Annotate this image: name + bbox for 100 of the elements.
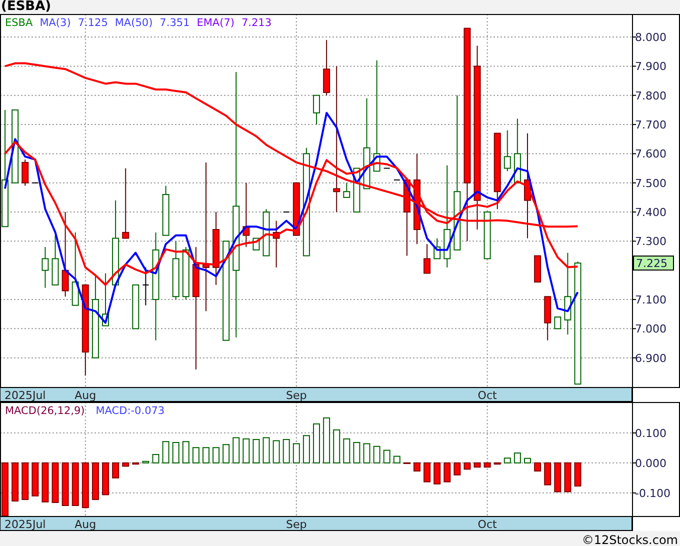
axis-label: 7.600 <box>635 148 666 161</box>
histogram-bar <box>474 462 481 468</box>
candlestick <box>343 182 350 198</box>
histogram-bar <box>222 444 230 464</box>
candlestick <box>32 182 39 184</box>
axis-label: 7.800 <box>635 89 666 102</box>
axis-label: Oct <box>478 518 497 531</box>
candlestick <box>504 130 511 172</box>
histogram-bar <box>333 429 340 464</box>
candlestick <box>393 179 400 180</box>
candlestick <box>262 208 270 256</box>
axis-label: 7.500 <box>635 176 666 190</box>
axis-label: 7.900 <box>635 60 666 74</box>
histogram-bar <box>182 441 190 464</box>
histogram-bar <box>323 417 330 464</box>
histogram-bar <box>122 462 130 467</box>
histogram-bar <box>373 446 380 464</box>
axis-label: Aug <box>74 389 96 402</box>
histogram-bar <box>92 462 99 500</box>
legend-value: 7.213 <box>241 17 272 29</box>
axis-label: 0.100 <box>635 426 666 440</box>
candlestick <box>162 185 170 236</box>
legend-label: MA(50) <box>114 17 153 29</box>
histogram-bar <box>202 447 210 464</box>
candlestick <box>434 238 441 260</box>
legend-value: 7.351 <box>160 17 190 29</box>
candlestick <box>424 244 431 274</box>
price-label: 7.225 <box>633 256 674 271</box>
histogram-bar <box>2 462 9 516</box>
histogram-bar <box>574 462 582 486</box>
histogram-bar <box>353 442 360 464</box>
candlestick <box>122 168 130 239</box>
candlestick <box>484 212 491 260</box>
histogram-bar <box>302 435 310 464</box>
histogram-bar <box>313 423 320 464</box>
histogram-bar <box>142 460 150 464</box>
histogram-bar <box>564 462 572 492</box>
histogram-bar <box>162 441 170 464</box>
candlestick <box>554 316 562 330</box>
histogram-bar <box>62 462 69 506</box>
candlestick <box>292 182 300 236</box>
histogram-bar <box>554 462 562 492</box>
axis-label: -0.100 <box>635 486 670 500</box>
axis-label: Sep <box>286 518 307 531</box>
axis-label: 7.700 <box>635 118 666 132</box>
histogram-bar <box>393 456 400 464</box>
candlestick <box>52 234 59 286</box>
candlestick <box>42 246 49 288</box>
legend-label: MA(3) <box>40 17 71 29</box>
histogram-bar <box>52 462 59 503</box>
histogram-bar <box>363 443 370 464</box>
axis-label: Aug <box>74 518 96 531</box>
histogram-bar <box>383 450 390 464</box>
candlestick <box>272 220 280 268</box>
histogram-bar <box>152 454 160 464</box>
axis-label: 0.000 <box>635 456 666 470</box>
histogram-bar <box>454 462 461 476</box>
axis-label: 7.400 <box>635 206 666 220</box>
candlestick <box>514 118 521 184</box>
histogram-bar <box>42 462 49 502</box>
histogram-bar <box>32 462 39 496</box>
histogram-bar <box>494 462 501 465</box>
histogram-bar <box>232 437 240 464</box>
histogram-bar <box>282 439 290 464</box>
histogram-bar <box>192 447 200 464</box>
candlestick <box>182 246 190 300</box>
candlestick <box>172 240 180 300</box>
candlestick <box>22 159 29 186</box>
candlestick <box>132 284 140 330</box>
candlestick <box>534 255 542 282</box>
histogram-bar <box>262 437 270 464</box>
histogram-bar <box>102 462 109 496</box>
legend-label: MACD: <box>96 405 131 417</box>
candlestick <box>242 182 250 248</box>
legend-title: ESBA <box>5 17 33 29</box>
histogram-bar <box>112 462 120 478</box>
histogram-bar <box>464 462 471 470</box>
histogram-bar <box>242 438 250 464</box>
histogram-bar <box>12 462 19 502</box>
histogram-bar <box>343 438 350 464</box>
histogram-bar <box>424 462 431 482</box>
histogram-bar <box>413 462 420 472</box>
histogram-bar <box>444 462 451 482</box>
histogram-bar <box>172 442 180 464</box>
histogram-bar <box>72 462 79 506</box>
histogram-bar <box>212 447 220 464</box>
histogram-bar <box>22 462 29 500</box>
histogram-bar <box>82 462 89 508</box>
histogram-bar <box>514 452 521 464</box>
axis-label: Sep <box>286 389 307 402</box>
histogram-bar <box>484 462 491 468</box>
candlestick <box>282 212 290 213</box>
axis-label: 7.100 <box>635 294 666 306</box>
axis-label: 8.000 <box>635 31 666 44</box>
histogram-bar <box>534 462 542 472</box>
copyright-text: ©12Stocks.com <box>582 532 678 546</box>
candlestick <box>142 266 150 306</box>
legend-value: 7.125 <box>78 17 108 29</box>
histogram-bar <box>252 439 260 464</box>
histogram-bar <box>434 462 441 484</box>
